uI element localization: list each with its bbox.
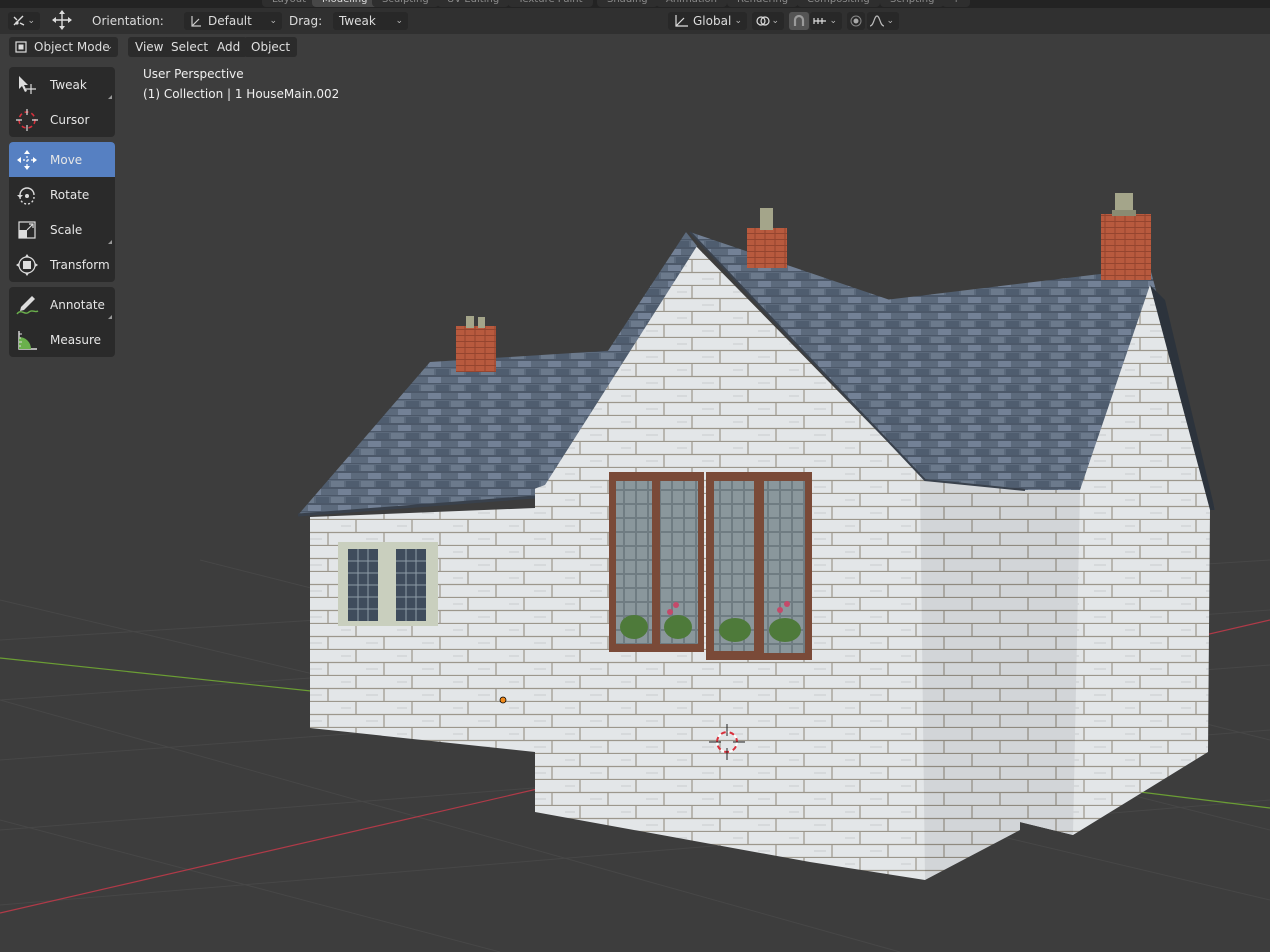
select-menu[interactable]: Select: [164, 37, 216, 57]
magnet-icon: [793, 14, 805, 26]
workspace-tab[interactable]: Scripting: [880, 0, 945, 7]
tool-label: Move: [50, 152, 83, 167]
tool-transform[interactable]: Transform: [9, 247, 115, 282]
snap-increment-icon: [813, 18, 826, 24]
orientation-dropdown[interactable]: Default ⌄: [184, 12, 282, 30]
tool-rotate[interactable]: Rotate: [9, 177, 115, 212]
front-windows: [609, 472, 812, 660]
move-icon: [52, 10, 72, 30]
workspace-tab[interactable]: Shading: [597, 0, 658, 7]
tool-label: Rotate: [50, 187, 90, 202]
proportional-editing-icon: [850, 15, 862, 27]
annotate-icon: [16, 295, 39, 314]
scene-render: [0, 193, 1270, 952]
3d-viewport[interactable]: User Perspective (1) Collection | 1 Hous…: [0, 58, 1270, 952]
chevron-down-icon: ⌄: [105, 42, 113, 52]
front-side-wall: [920, 478, 1020, 880]
tool-measure[interactable]: Measure: [9, 322, 115, 357]
drag-label: Drag:: [289, 14, 323, 28]
viewport-editor-icon: [13, 15, 25, 26]
middle-chimney: [747, 228, 787, 268]
falloff-dropdown[interactable]: ⌄: [867, 12, 899, 30]
chevron-down-icon: ⌄: [886, 16, 894, 26]
tool-group-select: Tweak Cursor: [9, 67, 115, 137]
tool-group-annotate: Annotate Measure: [9, 287, 115, 357]
tool-cursor[interactable]: Cursor: [9, 102, 115, 137]
measure-icon: [18, 330, 37, 350]
object-origin: [499, 696, 507, 704]
rotate-icon: [17, 186, 35, 205]
more-tools-corner-icon: [108, 315, 112, 319]
tool-shelf: Tweak Cursor Move Rotate Scale Transform: [9, 67, 115, 362]
snap-target-dropdown[interactable]: ⌄: [810, 12, 842, 30]
pivot-point-dropdown[interactable]: ⌄: [752, 12, 784, 30]
workspace-tab[interactable]: Rendering: [727, 0, 799, 7]
more-tools-corner-icon: [108, 240, 112, 244]
workspace-tab[interactable]: Sculpting: [372, 0, 439, 7]
cursor-icon: [16, 108, 38, 131]
tool-move[interactable]: Move: [9, 142, 115, 177]
workspace-tab[interactable]: Layout: [262, 0, 316, 7]
workspace-tab[interactable]: Modeling: [312, 0, 378, 7]
orientation-value: Default: [208, 14, 252, 28]
drag-dropdown[interactable]: Tweak ⌄: [333, 12, 408, 30]
snap-toggle[interactable]: [789, 12, 809, 30]
pivot-icon: [756, 16, 770, 26]
chevron-down-icon: ⌄: [27, 16, 35, 26]
tool-label: Annotate: [50, 297, 105, 312]
tool-label: Tweak: [50, 77, 87, 92]
tool-label: Measure: [50, 332, 101, 347]
chevron-down-icon: ⌄: [771, 16, 779, 26]
orientation-icon: [191, 16, 201, 27]
workspace-tab[interactable]: Animation: [656, 0, 727, 7]
falloff-curve-icon: [869, 15, 885, 27]
left-chimney: [456, 326, 496, 372]
tool-label: Transform: [50, 257, 110, 272]
viewport-header: Object Mode ⌄ View Select Add Object: [0, 34, 1270, 58]
global-axes-icon: [675, 15, 688, 27]
workspace-tab-strip: LayoutModelingSculptingUV EditingTexture…: [0, 0, 1270, 8]
workspace-tab[interactable]: +: [942, 0, 971, 7]
move-icon: [17, 149, 37, 170]
mode-value: Object Mode: [34, 40, 110, 54]
orientation-label: Orientation:: [92, 14, 164, 28]
tool-label: Cursor: [50, 112, 90, 127]
tool-scale[interactable]: Scale: [9, 212, 115, 247]
mode-dropdown[interactable]: Object Mode ⌄: [9, 37, 118, 57]
workspace-tab[interactable]: Texture Paint: [508, 0, 593, 7]
scale-icon: [18, 220, 36, 239]
workspace-tab[interactable]: UV Editing: [437, 0, 510, 7]
tool-tweak[interactable]: Tweak: [9, 67, 115, 102]
proportional-editing-toggle[interactable]: [847, 12, 865, 30]
right-chimney: [1101, 214, 1151, 280]
transform-orientation-dropdown[interactable]: Global ⌄: [668, 12, 747, 30]
collection-label: (1) Collection | 1 HouseMain.002: [143, 87, 340, 101]
editor-type-selector[interactable]: ⌄: [8, 12, 40, 30]
add-menu[interactable]: Add: [210, 37, 248, 57]
more-tools-corner-icon: [108, 95, 112, 99]
chevron-down-icon: ⌄: [734, 16, 742, 26]
chevron-down-icon: ⌄: [395, 16, 403, 26]
chevron-down-icon: ⌄: [269, 16, 277, 26]
tool-annotate[interactable]: Annotate: [9, 287, 115, 322]
chevron-down-icon: ⌄: [829, 16, 837, 26]
tweak-icon: [19, 75, 36, 94]
tool-settings-header: ⌄ Orientation: Default ⌄ Drag: Tweak ⌄ G…: [0, 8, 1270, 34]
perspective-label: User Perspective: [143, 67, 244, 81]
object-mode-icon: [15, 41, 27, 53]
workspace-tab[interactable]: Compositing: [797, 0, 880, 7]
tool-group-transform: Move Rotate Scale Transform: [9, 142, 115, 282]
tool-label: Scale: [50, 222, 83, 237]
active-tool-move-icon[interactable]: [48, 10, 76, 30]
transform-icon: [16, 253, 38, 276]
drag-value: Tweak: [339, 14, 376, 28]
object-menu[interactable]: Object: [244, 37, 298, 57]
transform-orientation-value: Global: [693, 14, 732, 28]
